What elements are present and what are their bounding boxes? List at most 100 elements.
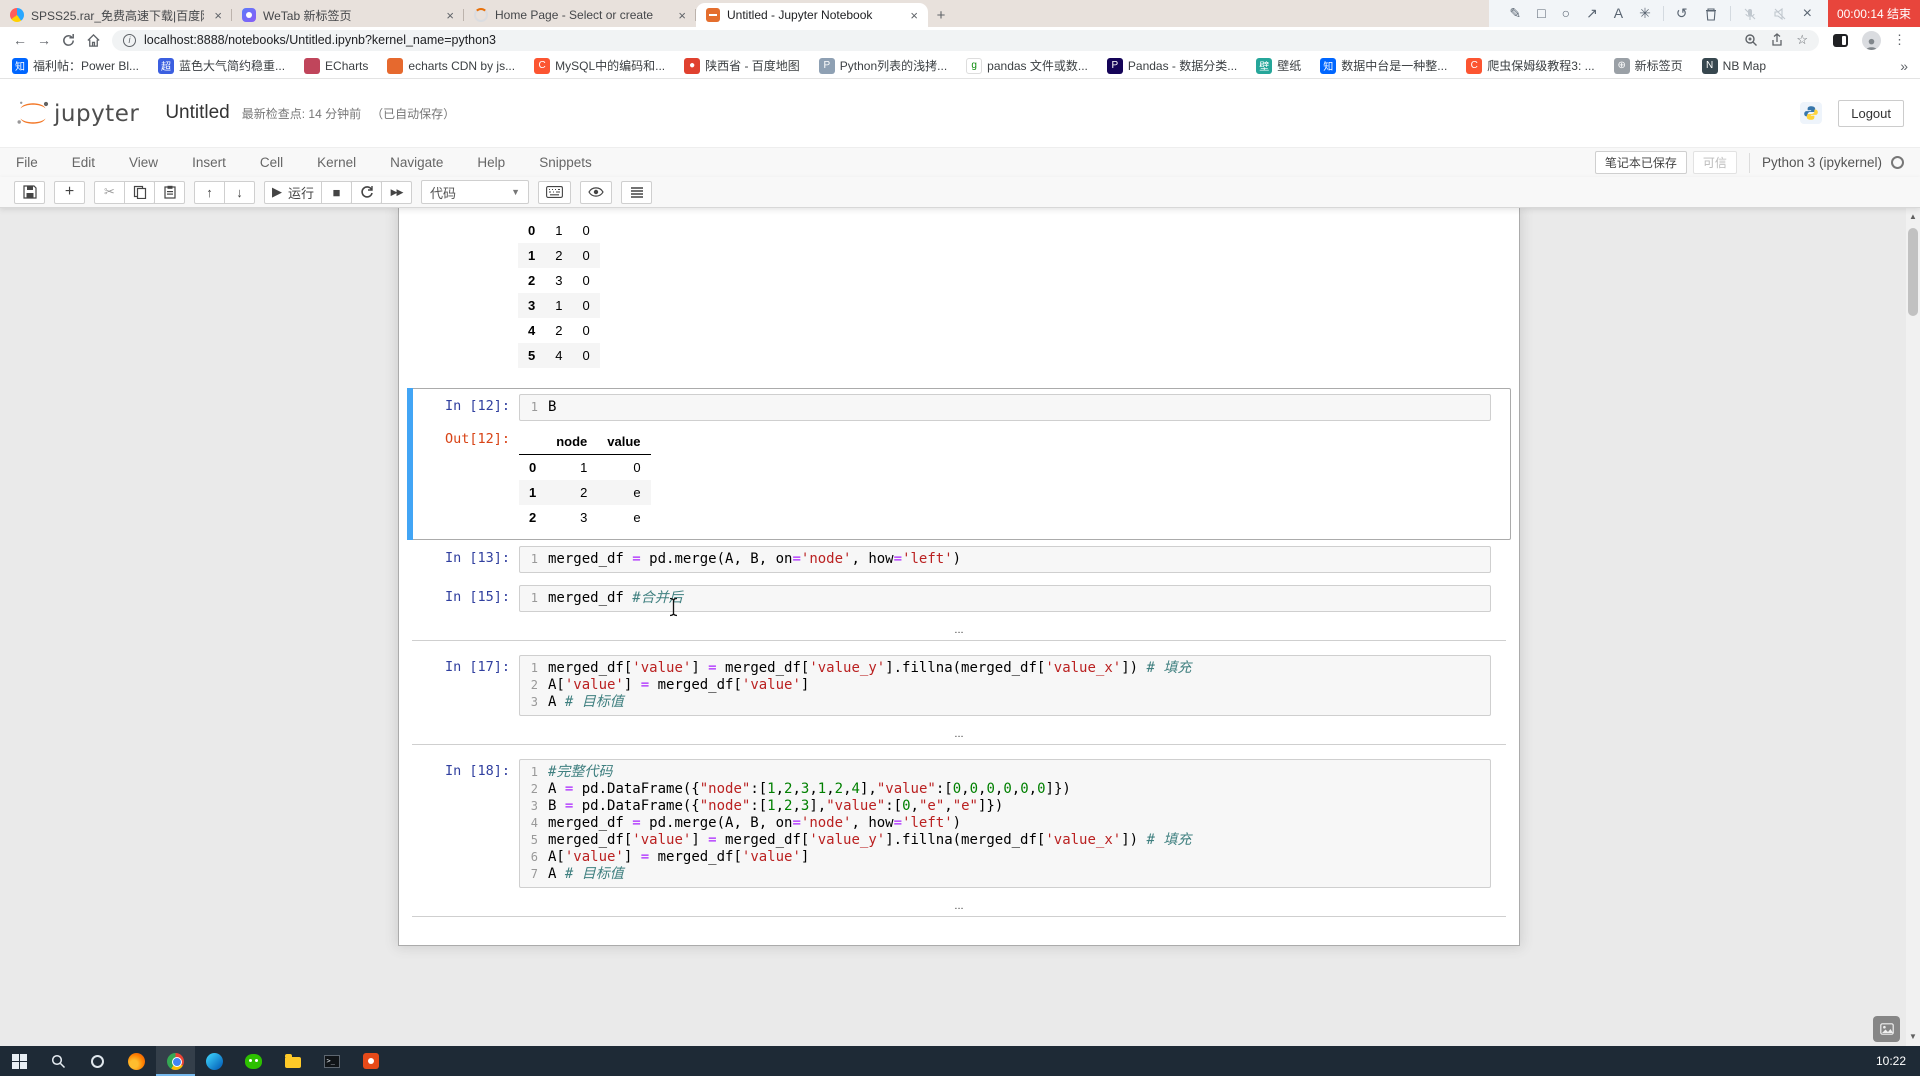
menu-item-kernel[interactable]: Kernel: [317, 155, 373, 170]
home-icon[interactable]: [86, 33, 101, 48]
tab-close-icon[interactable]: ×: [675, 8, 689, 23]
tab-close-icon[interactable]: ×: [211, 8, 225, 23]
share-icon[interactable]: [1770, 33, 1784, 47]
code-cell[interactable]: In [12]: 1 B Out[12]: node value 0 1 0 1 2 e 2 3 e: [407, 388, 1511, 540]
close-recorder-icon[interactable]: ×: [1803, 0, 1812, 27]
collapsed-output[interactable]: ...: [412, 625, 1506, 641]
bookmark-item[interactable]: 知数据中台是一种整...: [1320, 57, 1447, 74]
cut-cell-button[interactable]: ✂: [94, 180, 125, 204]
bookmark-item[interactable]: P Python列表的浅拷...: [818, 57, 947, 74]
save-button[interactable]: [14, 180, 45, 204]
back-icon[interactable]: ←: [8, 32, 32, 48]
ellipse-tool-icon[interactable]: ○: [1562, 0, 1570, 27]
menu-item-help[interactable]: Help: [477, 155, 522, 170]
collapsed-output[interactable]: ...: [412, 729, 1506, 745]
profile-avatar[interactable]: [1862, 30, 1881, 50]
add-cell-button[interactable]: +: [54, 180, 85, 204]
python-extension-icon[interactable]: [1800, 102, 1823, 124]
scrollbar-thumb[interactable]: [1908, 228, 1918, 316]
code-input-area[interactable]: 1B: [519, 394, 1491, 421]
bookmark-item[interactable]: P Pandas - 数据分类...: [1106, 57, 1237, 74]
restart-run-all-button[interactable]: ▶▶: [381, 180, 413, 204]
hide-input-button[interactable]: [580, 180, 613, 204]
table-of-contents-button[interactable]: [621, 180, 653, 204]
menu-item-view[interactable]: View: [129, 155, 175, 170]
arrow-tool-icon[interactable]: ↗: [1586, 0, 1598, 27]
menu-item-edit[interactable]: Edit: [72, 155, 112, 170]
speaker-muted-icon[interactable]: [1773, 7, 1787, 21]
bookmark-item[interactable]: 超蓝色大气简约稳重...: [158, 57, 285, 74]
keyboard-shortcuts-button[interactable]: [538, 180, 572, 204]
browser-menu-icon[interactable]: ⋮: [1893, 32, 1906, 48]
browser-tab[interactable]: Home Page - Select or create ×: [464, 3, 696, 27]
taskbar-firefox-button[interactable]: [117, 1046, 156, 1076]
pencil-icon[interactable]: ✎: [1509, 0, 1521, 27]
bookmark-item[interactable]: C MySQL中的编码和...: [534, 57, 665, 74]
move-cell-up-button[interactable]: ↑: [194, 180, 225, 204]
collapsed-output[interactable]: ...: [412, 901, 1506, 917]
bookmark-item[interactable]: ⊕ 新标签页: [1613, 57, 1683, 74]
bookmark-item[interactable]: ● 陕西省 - 百度地图: [684, 57, 800, 74]
code-cell[interactable]: In [18]: 1 #完整代码 2 A = pd.DataFrame({"node":…: [407, 753, 1511, 894]
copy-cell-button[interactable]: [124, 180, 155, 204]
browser-tab[interactable]: SPSS25.rar_免费高速下载|百度网盘 ×: [0, 3, 232, 27]
paste-cell-button[interactable]: [154, 180, 185, 204]
jupyter-logo[interactable]: jupyter: [16, 100, 139, 127]
code-input-area[interactable]: 1 merged_df['value'] = merged_df['value_y…: [519, 655, 1491, 716]
taskbar-explorer-button[interactable]: [273, 1046, 312, 1076]
bookmark-item[interactable]: echarts CDN by js...: [387, 57, 515, 74]
taskbar-terminal-button[interactable]: >_: [312, 1046, 351, 1076]
move-cell-down-button[interactable]: ↓: [224, 180, 255, 204]
url-text[interactable]: localhost:8888/notebooks/Untitled.ipynb?…: [144, 33, 1732, 47]
taskbar-chrome-button[interactable]: [156, 1046, 195, 1076]
code-input-area[interactable]: 1 merged_df = pd.merge(A, B, on='node', h…: [519, 546, 1491, 573]
new-tab-button[interactable]: +: [928, 3, 954, 27]
taskbar-edge-button[interactable]: [195, 1046, 234, 1076]
reload-icon[interactable]: [61, 33, 76, 48]
bookmarks-overflow-icon[interactable]: »: [1900, 58, 1908, 74]
code-input-area[interactable]: 1 #完整代码 2 A = pd.DataFrame({"node":[1,2,3,1…: [519, 759, 1491, 888]
cortana-button[interactable]: [78, 1046, 117, 1076]
menu-item-snippets[interactable]: Snippets: [539, 155, 609, 170]
address-bar[interactable]: i localhost:8888/notebooks/Untitled.ipyn…: [112, 29, 1819, 51]
undo-icon[interactable]: ↺: [1676, 0, 1688, 27]
code-input-area[interactable]: 1 merged_df #合并后: [519, 585, 1491, 612]
scroll-down-arrow[interactable]: ▼: [1906, 1030, 1920, 1044]
taskbar-wechat-button[interactable]: [234, 1046, 273, 1076]
bookmark-item[interactable]: N NB Map: [1701, 57, 1766, 74]
menu-item-insert[interactable]: Insert: [192, 155, 243, 170]
forward-icon[interactable]: →: [32, 32, 56, 48]
menu-item-navigate[interactable]: Navigate: [390, 155, 460, 170]
menu-item-file[interactable]: File: [16, 155, 55, 170]
browser-tab[interactable]: Untitled - Jupyter Notebook ×: [696, 3, 928, 27]
mic-muted-icon[interactable]: [1743, 7, 1757, 21]
code-cell[interactable]: In [17]: 1 merged_df['value'] = merged_df[…: [407, 649, 1511, 722]
cell-type-select[interactable]: 代码 ▼: [421, 180, 530, 204]
notebook-title[interactable]: Untitled: [165, 102, 229, 124]
bookmark-item[interactable]: g pandas 文件或数...: [966, 57, 1088, 74]
bookmark-item[interactable]: ECharts: [304, 57, 368, 74]
marker-tool-icon[interactable]: ✳: [1639, 0, 1651, 27]
bookmark-item[interactable]: C 爬虫保姆级教程3: ...: [1466, 57, 1595, 74]
restart-kernel-button[interactable]: [351, 180, 383, 204]
bookmark-item[interactable]: 壁壁纸: [1256, 57, 1301, 74]
bookmark-star-icon[interactable]: ☆: [1796, 32, 1808, 48]
menu-item-cell[interactable]: Cell: [260, 155, 300, 170]
bookmark-item[interactable]: 知福利帖：Power Bl...: [12, 57, 139, 74]
tab-close-icon[interactable]: ×: [443, 8, 457, 23]
text-tool-icon[interactable]: A: [1614, 0, 1623, 27]
start-button[interactable]: [0, 1046, 39, 1076]
site-info-icon[interactable]: i: [123, 33, 136, 47]
zoom-icon[interactable]: [1744, 33, 1758, 47]
taskbar-media-button[interactable]: [351, 1046, 390, 1076]
page-scrollbar[interactable]: ▲ ▼: [1906, 208, 1920, 1046]
screenshot-tool-button[interactable]: [1873, 1016, 1900, 1042]
scroll-up-arrow[interactable]: ▲: [1906, 210, 1920, 224]
stop-button[interactable]: ■: [321, 180, 353, 204]
trash-icon[interactable]: [1704, 7, 1718, 21]
logout-button[interactable]: Logout: [1838, 99, 1904, 127]
rectangle-tool-icon[interactable]: □: [1537, 0, 1545, 27]
taskbar-clock[interactable]: 10:22: [1876, 1054, 1920, 1068]
code-cell[interactable]: In [13]: 1 merged_df = pd.merge(A, B, on='…: [407, 540, 1511, 579]
recording-timer-badge[interactable]: 00:00:14 结束: [1827, 0, 1920, 27]
